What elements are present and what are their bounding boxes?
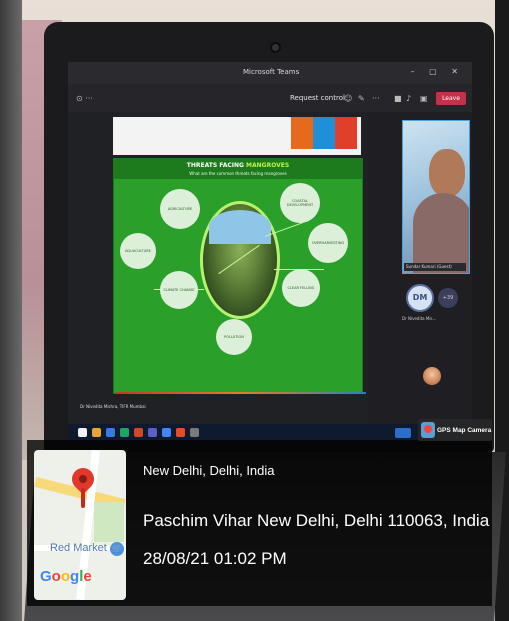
slide-title: THREATS FACING MANGROVES xyxy=(186,162,290,169)
leave-button[interactable]: Leave xyxy=(436,92,466,105)
participant-body xyxy=(413,193,469,273)
excel-icon[interactable] xyxy=(120,428,129,437)
slide-header: THREATS FACING MANGROVES What are the co… xyxy=(114,159,362,179)
map-pin-tail xyxy=(81,488,85,508)
google-logo: Google xyxy=(40,568,92,585)
participant-head xyxy=(429,149,465,197)
previous-slide-strip xyxy=(113,117,361,155)
bubble-overharvesting: OVERHARVESTING xyxy=(308,223,348,263)
window-controls[interactable]: – ▢ ✕ xyxy=(411,67,464,76)
photo-frame-left xyxy=(0,0,22,621)
map-thumbnail: Red Market 🛒 Google xyxy=(34,450,126,600)
bubble-agriculture: AGRICULTURE xyxy=(160,189,200,229)
chrome-icon[interactable] xyxy=(162,428,171,437)
teams-icon[interactable] xyxy=(148,428,157,437)
teams-toolbar: ⊙ ··· Request control ☺ ✎ ··· ■ ♪ ▣ Leav… xyxy=(68,84,472,112)
share-icon[interactable]: ▣ xyxy=(420,94,428,103)
bubble-aquaculture: AQUACULTURE xyxy=(120,233,156,269)
map-place-label: Red Market xyxy=(50,542,107,554)
menu-icon[interactable]: ⊙ ··· xyxy=(76,94,93,103)
webcam-icon xyxy=(272,44,279,51)
laptop-screen: Microsoft Teams – ▢ ✕ ⊙ ··· Request cont… xyxy=(68,62,472,442)
presenter-label: Dr Nivedita Mishra, TIFR Mumbai xyxy=(80,404,146,409)
more-icon[interactable]: ··· xyxy=(372,94,380,103)
bubble-pollution: POLLUTION xyxy=(216,319,252,355)
slide-bar-orange xyxy=(291,117,313,149)
request-control-button[interactable]: Request control xyxy=(290,94,345,102)
location-address: Paschim Vihar New Delhi, Delhi 110063, I… xyxy=(143,511,490,530)
self-view-avatar[interactable] xyxy=(423,367,441,385)
avatar[interactable]: DM xyxy=(406,284,434,312)
people-icon[interactable]: ☺ xyxy=(344,94,352,103)
participant-video[interactable] xyxy=(402,120,470,274)
powerpoint-icon[interactable] xyxy=(134,428,143,437)
location-datetime: 28/08/21 01:02 PM xyxy=(143,549,287,568)
system-tray[interactable] xyxy=(395,428,411,438)
mic-icon[interactable]: ♪ xyxy=(406,94,411,103)
explorer-icon[interactable] xyxy=(92,428,101,437)
map-park xyxy=(94,502,124,542)
shopping-cart-icon: 🛒 xyxy=(110,542,124,556)
bubble-clear-felling: CLEAR FELLING xyxy=(282,269,320,307)
avatar-name: Dr Nivedita Mis... xyxy=(402,316,437,321)
gps-badge-label: GPS Map Camera xyxy=(437,427,492,434)
teams-titlebar: Microsoft Teams – ▢ ✕ xyxy=(68,62,472,84)
app-icon[interactable] xyxy=(190,428,199,437)
sky-area xyxy=(209,210,271,244)
more-participants-badge[interactable]: +39 xyxy=(438,288,458,308)
start-icon[interactable] xyxy=(78,428,87,437)
gps-pin-icon xyxy=(424,425,432,433)
slide-footer-bar xyxy=(116,392,366,394)
slide-bar-red xyxy=(335,117,357,149)
chat-icon[interactable]: ✎ xyxy=(358,94,365,103)
app-icon[interactable] xyxy=(176,428,185,437)
photo-scene: Microsoft Teams – ▢ ✕ ⊙ ··· Request cont… xyxy=(0,0,509,621)
slide-subtitle: What are the common threats facing mangr… xyxy=(189,171,287,176)
video-name-label: Sundar Kumari (Guest) xyxy=(404,263,466,271)
bubble-coastal-development: COASTAL DEVELOPMENT xyxy=(280,183,320,223)
location-city: New Delhi, Delhi, India xyxy=(143,463,275,478)
window-title: Microsoft Teams xyxy=(243,68,300,76)
slide-bar-blue xyxy=(313,117,335,149)
camera-icon[interactable]: ■ xyxy=(394,94,402,103)
shared-slide: THREATS FACING MANGROVES What are the co… xyxy=(113,158,363,394)
mangrove-photo xyxy=(200,201,280,319)
word-icon[interactable] xyxy=(106,428,115,437)
map-pin-dot xyxy=(79,475,87,483)
bubble-climate-change: CLIMATE CHANGE xyxy=(160,271,198,309)
